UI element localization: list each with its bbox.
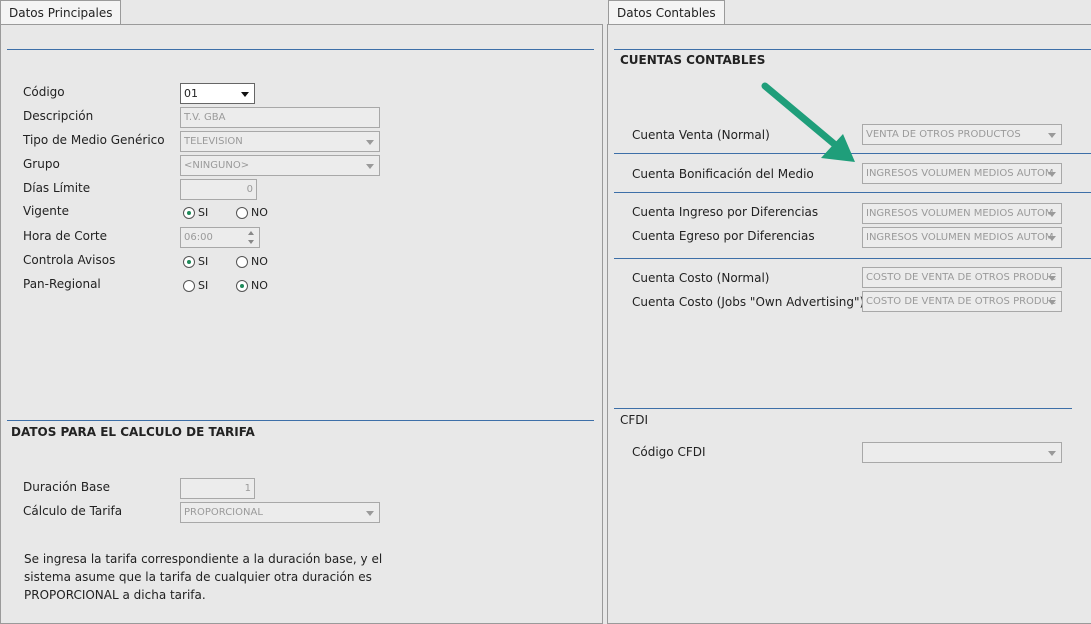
cfdi-header-line [614,408,1072,409]
cuenta-ingreso-dif-value: INGRESOS VOLUMEN MEDIOS AUTOM [866,208,1054,219]
vigente-label: Vigente [23,204,69,218]
hora-corte-spinner[interactable]: 06:00 [180,227,260,248]
descripcion-input[interactable]: T.V. GBA [180,107,380,128]
right-header-line [614,49,1091,50]
grupo-select[interactable]: <NINGUNO> [180,155,380,176]
radio-selected-icon [236,279,248,292]
radio-unselected-icon [183,279,195,292]
controla-avisos-label: Controla Avisos [23,253,116,267]
tab-datos-contables[interactable]: Datos Contables [608,0,725,25]
chevron-down-icon [1048,133,1056,138]
chevron-down-icon [1048,276,1056,281]
cuenta-bonificacion-value: INGRESOS VOLUMEN MEDIOS AUTOM [866,168,1054,179]
cuenta-egreso-dif-value: INGRESOS VOLUMEN MEDIOS AUTOM [866,232,1054,243]
separator-line [614,258,1091,259]
tarifa-section-title: DATOS PARA EL CALCULO DE TARIFA [11,425,255,439]
cuenta-costo-jobs-label: Cuenta Costo (Jobs "Own Advertising") [632,295,865,309]
codigo-cfdi-label: Código CFDI [632,445,706,459]
vigente-si-radio[interactable]: SI [183,206,208,219]
cuenta-venta-label: Cuenta Venta (Normal) [632,128,770,142]
pan-regional-label: Pan-Regional [23,277,101,291]
cuenta-ingreso-dif-label: Cuenta Ingreso por Diferencias [632,205,819,219]
chevron-down-icon [1048,300,1056,305]
chevron-down-icon [1048,236,1056,241]
chevron-down-icon [1048,212,1056,217]
chevron-down-icon [366,140,374,145]
grupo-value: <NINGUNO> [184,160,250,171]
chevron-down-icon [366,511,374,516]
cuenta-egreso-dif-label: Cuenta Egreso por Diferencias [632,229,815,243]
calculo-tarifa-select[interactable]: PROPORCIONAL [180,502,380,523]
radio-unselected-icon [236,206,248,219]
cuenta-costo-normal-label: Cuenta Costo (Normal) [632,271,770,285]
cuenta-egreso-dif-select[interactable]: INGRESOS VOLUMEN MEDIOS AUTOM [862,227,1062,248]
spinner-arrows-icon[interactable] [247,229,256,246]
tipo-medio-label: Tipo de Medio Genérico [23,133,165,147]
hora-corte-label: Hora de Corte [23,229,108,243]
cuenta-costo-jobs-select[interactable]: COSTO DE VENTA DE OTROS PRODUC [862,291,1062,312]
cuentas-section-title: CUENTAS CONTABLES [620,53,766,67]
controla-avisos-no-label: NO [251,255,268,268]
grupo-label: Grupo [23,157,60,171]
chevron-down-icon [1048,172,1056,177]
cuenta-costo-normal-value: COSTO DE VENTA DE OTROS PRODUC [866,272,1056,283]
vigente-si-label: SI [198,206,209,219]
cuenta-costo-jobs-value: COSTO DE VENTA DE OTROS PRODUC [866,296,1056,307]
radio-unselected-icon [236,255,248,268]
controla-avisos-si-label: SI [198,255,209,268]
hora-corte-value: 06:00 [184,232,213,243]
tab-datos-principales[interactable]: Datos Principales [0,0,122,25]
separator-line [614,192,1091,193]
dias-limite-label: Días Límite [23,181,91,195]
controla-avisos-si-radio[interactable]: SI [183,255,208,268]
dias-limite-input[interactable]: 0 [180,179,257,200]
cuenta-venta-value: VENTA DE OTROS PRODUCTOS [866,129,1021,140]
cuenta-venta-select[interactable]: VENTA DE OTROS PRODUCTOS [862,124,1062,145]
pan-regional-no-label: NO [251,279,268,292]
pan-regional-no-radio[interactable]: NO [236,279,268,292]
tarifa-info-line: sistema asume que la tarifa de cualquier… [24,570,372,584]
cuenta-costo-normal-select[interactable]: COSTO DE VENTA DE OTROS PRODUC [862,267,1062,288]
chevron-down-icon [366,164,374,169]
tipo-medio-value: TELEVISION [184,136,243,147]
vigente-no-radio[interactable]: NO [236,206,268,219]
cfdi-section-title: CFDI [620,413,649,427]
tarifa-header-line [7,420,594,421]
cuenta-bonificacion-select[interactable]: INGRESOS VOLUMEN MEDIOS AUTOM [862,163,1062,184]
pan-regional-si-radio[interactable]: SI [183,279,208,292]
radio-selected-icon [183,255,195,268]
tarifa-info-line: Se ingresa la tarifa correspondiente a l… [24,552,383,566]
calculo-tarifa-value: PROPORCIONAL [184,507,263,518]
duracion-base-label: Duración Base [23,480,111,494]
tipo-medio-select[interactable]: TELEVISION [180,131,380,152]
duracion-base-input[interactable]: 1 [180,478,255,499]
chevron-down-icon [1048,451,1056,456]
left-header-line [7,49,594,50]
descripcion-label: Descripción [23,109,94,123]
tarifa-info-line: PROPORCIONAL a dicha tarifa. [24,588,206,602]
controla-avisos-no-radio[interactable]: NO [236,255,268,268]
codigo-label: Código [23,85,65,99]
radio-selected-icon [183,206,195,219]
codigo-value: 01 [184,87,198,100]
tarifa-info-text: Se ingresa la tarifa correspondiente a l… [24,550,382,604]
pan-regional-si-label: SI [198,279,209,292]
calculo-tarifa-label: Cálculo de Tarifa [23,504,123,518]
chevron-down-icon [241,92,249,97]
annotation-arrow-icon [761,82,855,162]
vigente-no-label: NO [251,206,268,219]
codigo-cfdi-select[interactable] [862,442,1062,463]
cuenta-ingreso-dif-select[interactable]: INGRESOS VOLUMEN MEDIOS AUTOM [862,203,1062,224]
codigo-select[interactable]: 01 [180,83,255,104]
